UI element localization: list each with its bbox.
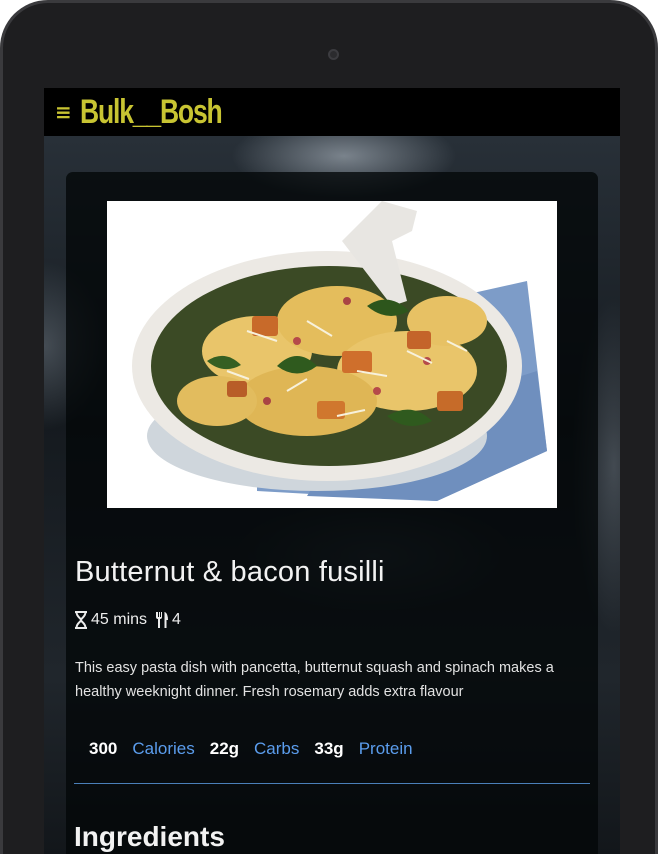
recipe-image bbox=[107, 201, 557, 508]
calories-label: Calories bbox=[132, 739, 195, 758]
carbs-value: 22g bbox=[209, 739, 240, 758]
recipe-description: This easy pasta dish with pancetta, butt… bbox=[75, 660, 554, 700]
cutlery-icon bbox=[155, 612, 169, 628]
hourglass-icon bbox=[74, 611, 88, 629]
menu-icon[interactable]: ≡ bbox=[55, 102, 72, 122]
recipe-photo-illustration bbox=[132, 201, 547, 501]
app-brand[interactable]: Bulk__Bosh bbox=[80, 95, 223, 129]
protein-value: 33g bbox=[314, 739, 344, 758]
app-bar: ≡ Bulk__Bosh bbox=[44, 88, 620, 136]
servings: 4 bbox=[172, 611, 181, 628]
nutrition-summary: 300 Calories 22g Carbs 33g Protein bbox=[89, 739, 428, 759]
tablet-frame: ≡ Bulk__Bosh Butternut & bacon fusilli 4… bbox=[0, 0, 658, 854]
carbs-label: Carbs bbox=[254, 739, 300, 758]
divider bbox=[74, 783, 590, 784]
camera-lens bbox=[328, 49, 339, 60]
recipe-title: Butternut & bacon fusilli bbox=[75, 556, 385, 588]
protein-label: Protein bbox=[358, 739, 413, 758]
screen: ≡ Bulk__Bosh Butternut & bacon fusilli 4… bbox=[44, 88, 620, 854]
ingredients-heading: Ingredients bbox=[74, 821, 225, 852]
recipe-meta: 45 mins 4 bbox=[74, 611, 189, 629]
cook-time: 45 mins bbox=[91, 611, 148, 628]
calories-value: 300 bbox=[89, 739, 118, 758]
